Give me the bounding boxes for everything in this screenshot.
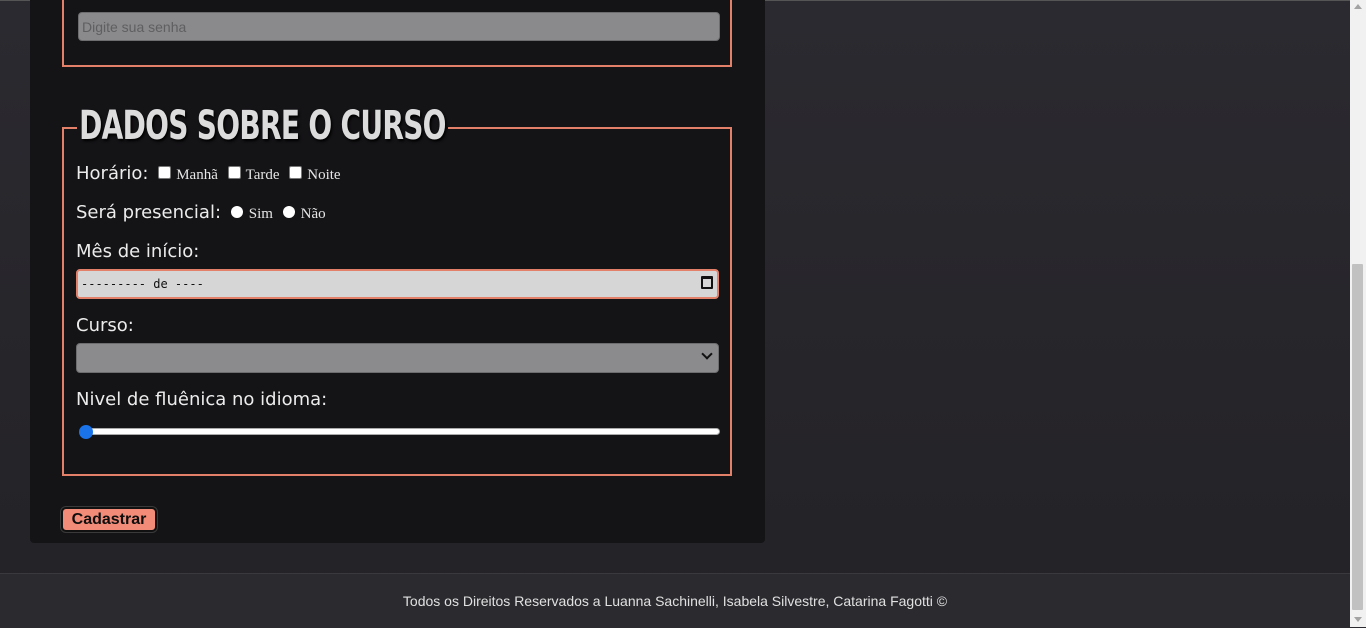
chevron-down-icon: [701, 348, 713, 360]
submit-button[interactable]: Cadastrar: [60, 506, 158, 533]
presencial-row: Será presencial: Sim Não: [76, 202, 326, 223]
fluency-slider-thumb[interactable]: [79, 425, 93, 439]
radio-nao[interactable]: [282, 206, 295, 218]
option-noite-label: Noite: [307, 167, 341, 183]
option-sim-label: Sim: [248, 206, 273, 222]
course-select[interactable]: [76, 343, 719, 373]
scroll-down-arrow-icon[interactable]: [1354, 617, 1362, 622]
mes-label: Mês de início:: [76, 241, 200, 262]
month-input[interactable]: --------- de ----: [76, 269, 719, 299]
checkbox-manha[interactable]: [158, 166, 172, 179]
horario-label: Horário:: [76, 163, 149, 184]
scroll-up-arrow-icon[interactable]: [1354, 4, 1362, 9]
presencial-label: Será presencial:: [76, 202, 222, 223]
checkbox-tarde[interactable]: [227, 166, 241, 179]
calendar-icon[interactable]: [701, 276, 713, 289]
option-tarde-label: Tarde: [245, 167, 280, 183]
fluencia-label: Nivel de fluênica no idioma:: [76, 389, 328, 410]
account-fieldset: Digite sua senha: [62, 0, 732, 67]
section-title: DADOS SOBRE O CURSO: [77, 98, 448, 154]
horario-row: Horário: Manhã Tarde Noite: [76, 163, 341, 184]
password-input[interactable]: Digite sua senha: [78, 12, 720, 41]
scrollbar-thumb[interactable]: [1352, 264, 1363, 610]
footer: Todos os Direitos Reservados a Luanna Sa…: [0, 573, 1350, 628]
footer-text: Todos os Direitos Reservados a Luanna Sa…: [402, 593, 948, 609]
checkbox-noite[interactable]: [289, 166, 303, 179]
option-nao-label: Não: [300, 206, 326, 222]
option-manha-label: Manhã: [176, 167, 218, 183]
curso-label: Curso:: [76, 315, 134, 336]
radio-sim[interactable]: [230, 206, 243, 218]
fluency-slider-track[interactable]: [80, 428, 720, 435]
month-input-value: --------- de ----: [81, 277, 204, 291]
